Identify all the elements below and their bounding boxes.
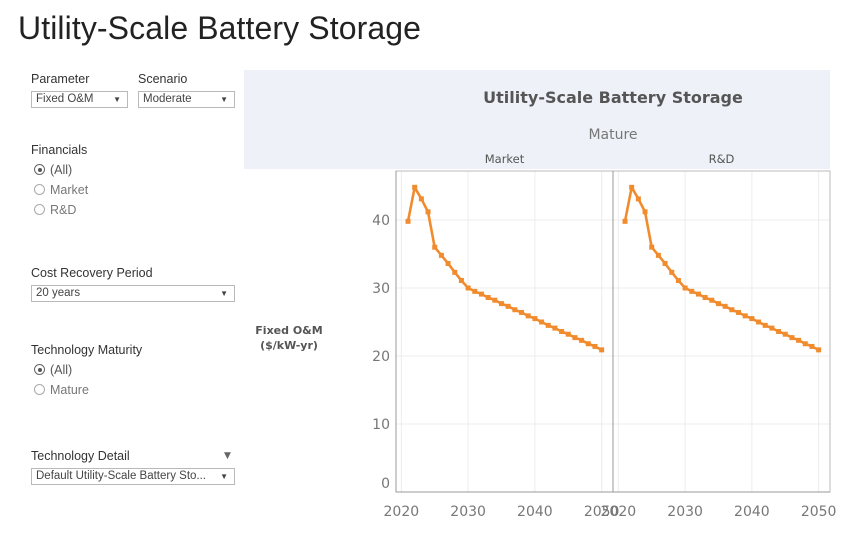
data-point	[599, 347, 605, 353]
data-point	[816, 347, 822, 353]
x-tick-label: 2030	[450, 504, 486, 520]
data-point	[465, 285, 471, 291]
data-point	[736, 309, 742, 315]
data-point	[722, 303, 728, 309]
data-point	[756, 319, 762, 325]
data-point	[525, 313, 531, 319]
data-point	[412, 184, 418, 190]
data-point	[512, 307, 518, 313]
data-point	[669, 269, 675, 275]
data-point	[622, 218, 628, 224]
data-point	[445, 260, 451, 266]
data-point	[729, 307, 735, 313]
data-point	[565, 331, 571, 337]
data-point	[585, 341, 591, 347]
y-tick-label: 10	[372, 417, 390, 433]
data-point	[702, 294, 708, 300]
data-point	[539, 319, 545, 325]
series-line-rd	[623, 186, 820, 352]
data-point	[769, 325, 775, 331]
y-tick-label: 40	[372, 213, 390, 229]
data-point	[432, 244, 438, 250]
x-tick-label: 2030	[667, 504, 703, 520]
data-point	[498, 301, 504, 307]
data-point	[478, 291, 484, 297]
y-tick-label: 0	[381, 476, 390, 492]
data-point	[519, 309, 525, 315]
data-point	[572, 335, 578, 341]
data-point	[472, 288, 478, 294]
data-point	[635, 196, 641, 202]
data-point	[545, 322, 551, 328]
data-point	[629, 184, 635, 190]
data-point	[796, 337, 802, 343]
data-point	[485, 294, 491, 300]
data-point	[802, 341, 808, 347]
data-point	[579, 337, 585, 343]
data-point	[776, 329, 782, 334]
data-point	[452, 269, 458, 275]
x-tick-label: 2050	[801, 504, 837, 520]
data-point	[458, 277, 464, 283]
data-point	[642, 209, 648, 215]
y-tick-label: 20	[372, 349, 390, 365]
line-chart: 2020 2030 2040 20502020 2030 2040 205001020304…	[372, 170, 837, 520]
data-point	[552, 325, 558, 331]
data-point	[649, 244, 655, 250]
data-point	[782, 331, 788, 337]
data-point	[418, 196, 424, 202]
x-tick-label: 2020	[384, 504, 420, 520]
data-point	[559, 329, 565, 334]
data-point	[425, 209, 431, 215]
y-tick-label: 30	[372, 281, 390, 297]
data-point	[532, 316, 538, 322]
data-point	[655, 252, 661, 258]
x-tick-label: 2020	[601, 504, 637, 520]
data-point	[715, 301, 721, 307]
data-point	[749, 316, 755, 322]
data-point	[809, 343, 815, 349]
data-point	[675, 277, 681, 283]
data-point	[762, 322, 768, 328]
x-tick-label: 2040	[734, 504, 770, 520]
data-point	[682, 285, 688, 291]
data-point	[662, 260, 668, 266]
data-point	[405, 218, 411, 224]
data-point	[695, 291, 701, 297]
data-point	[492, 297, 498, 303]
series-line-market	[406, 186, 603, 352]
data-point	[709, 297, 715, 303]
data-point	[789, 335, 795, 341]
data-point	[438, 252, 444, 258]
data-point	[689, 288, 695, 294]
data-point	[592, 343, 598, 349]
x-tick-label: 2040	[517, 504, 553, 520]
data-point	[742, 313, 748, 319]
data-point	[505, 303, 511, 309]
